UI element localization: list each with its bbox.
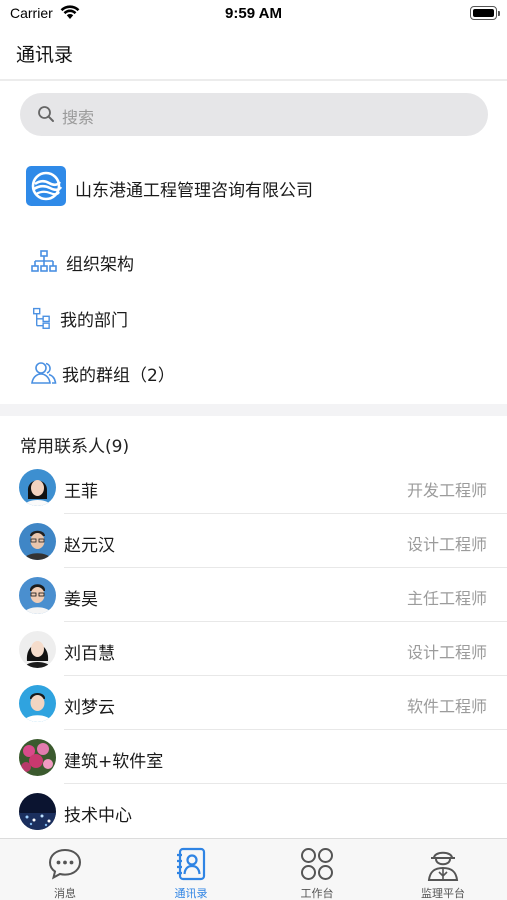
avatar: [19, 523, 56, 560]
tab-label: 通讯录: [174, 887, 208, 900]
divider: [64, 783, 507, 784]
search-placeholder: 搜索: [62, 108, 95, 127]
menu-label-my-groups: 我的群组（2）: [62, 366, 175, 386]
menu-item-org-chart[interactable]: 组织架构: [30, 240, 490, 280]
company-name: 山东港通工程管理咨询有限公司: [75, 181, 313, 201]
department-icon: [33, 307, 50, 329]
menu-item-my-groups[interactable]: 我的群组（2）: [30, 351, 490, 391]
tab-contacts[interactable]: 通讯录: [128, 839, 254, 900]
contact-row[interactable]: 王菲 开发工程师: [0, 461, 507, 514]
contact-row[interactable]: 技术中心: [0, 785, 507, 838]
search-input[interactable]: 搜索: [20, 93, 488, 136]
contact-name: 建筑+软件室: [64, 752, 164, 772]
avatar: [19, 793, 56, 830]
menu-label-my-department: 我的部门: [60, 311, 128, 331]
contact-row[interactable]: 姜昊 主任工程师: [0, 569, 507, 622]
menu-label-org-chart: 组织架构: [66, 255, 134, 275]
header-divider: [0, 79, 507, 81]
contact-role: 开发工程师: [406, 481, 487, 500]
search-icon: [38, 106, 54, 122]
contact-name: 赵元汉: [64, 536, 115, 556]
divider: [64, 729, 507, 730]
tab-label: 工作台: [300, 887, 334, 900]
frequent-contacts-title: 常用联系人(9): [20, 437, 130, 457]
tab-workbench[interactable]: 工作台: [254, 839, 380, 900]
contact-role: 软件工程师: [406, 697, 487, 716]
contact-name: 王菲: [64, 482, 98, 502]
contact-row[interactable]: 赵元汉 设计工程师: [0, 515, 507, 568]
contacts-icon: [177, 847, 206, 881]
status-bar: Carrier 9:59 AM: [0, 0, 507, 28]
contact-name: 刘百慧: [64, 644, 115, 664]
tab-messages[interactable]: 消息: [2, 839, 128, 900]
contact-role: 主任工程师: [406, 589, 487, 608]
tab-bar: 消息 通讯录 工作台 监理平台: [0, 838, 507, 900]
message-icon: [48, 848, 82, 880]
divider: [64, 675, 507, 676]
page-title: 通讯录: [16, 44, 74, 66]
company-row[interactable]: 山东港通工程管理咨询有限公司: [26, 166, 496, 206]
divider: [64, 567, 507, 568]
tab-label: 监理平台: [421, 887, 465, 900]
contact-name: 技术中心: [64, 806, 132, 826]
avatar: [19, 577, 56, 614]
battery-icon: [470, 6, 500, 20]
clock: 9:59 AM: [225, 5, 282, 22]
avatar: [19, 739, 56, 776]
tab-supervision-platform[interactable]: 监理平台: [380, 839, 506, 900]
workbench-icon: [301, 848, 333, 880]
contact-row[interactable]: 刘梦云 软件工程师: [0, 677, 507, 730]
contact-role: 设计工程师: [406, 643, 487, 662]
company-logo: [26, 166, 66, 206]
tab-label: 消息: [54, 887, 76, 900]
contact-role: 设计工程师: [406, 535, 487, 554]
org-chart-icon: [31, 250, 57, 272]
avatar: [19, 469, 56, 506]
avatar: [19, 631, 56, 668]
divider: [64, 621, 507, 622]
avatar: [19, 685, 56, 722]
contact-row[interactable]: 建筑+软件室: [0, 731, 507, 784]
section-separator: [0, 404, 507, 416]
group-icon: [31, 362, 57, 384]
contact-row[interactable]: 刘百慧 设计工程师: [0, 623, 507, 676]
contact-name: 姜昊: [64, 590, 98, 610]
menu-item-my-department[interactable]: 我的部门: [30, 296, 490, 336]
divider: [64, 513, 507, 514]
contact-name: 刘梦云: [64, 698, 115, 718]
supervisor-icon: [427, 851, 459, 881]
